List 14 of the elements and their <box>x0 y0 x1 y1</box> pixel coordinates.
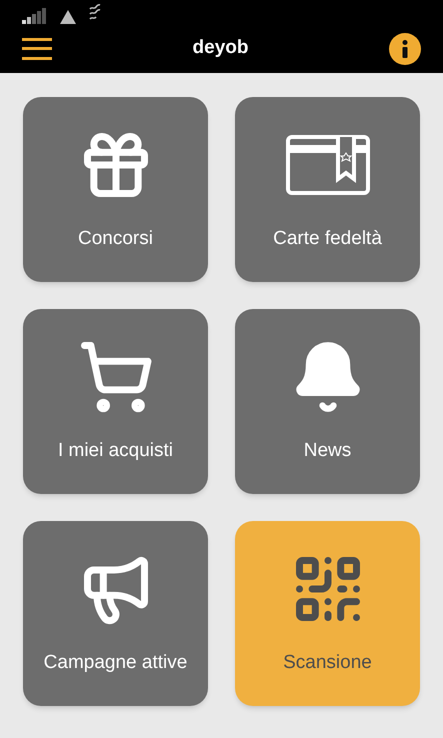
menu-tile[interactable]: Concorsi <box>23 97 208 282</box>
menu-tile[interactable]: Scansione <box>235 521 420 706</box>
menu-tile[interactable]: I miei acquisti <box>23 309 208 494</box>
loyalty-card-icon <box>286 135 370 196</box>
menu-button[interactable] <box>22 38 52 60</box>
menu-tile[interactable]: Campagne attive <box>23 521 208 706</box>
menu-tile[interactable]: Carte fedeltà <box>235 97 420 282</box>
info-icon <box>402 40 408 58</box>
info-button[interactable] <box>388 32 421 64</box>
app-title: deyob <box>192 36 248 60</box>
menu-tile[interactable]: News <box>235 309 420 494</box>
wave-icon <box>88 4 102 20</box>
triangle-icon <box>60 10 76 24</box>
signal-icon <box>22 6 48 24</box>
